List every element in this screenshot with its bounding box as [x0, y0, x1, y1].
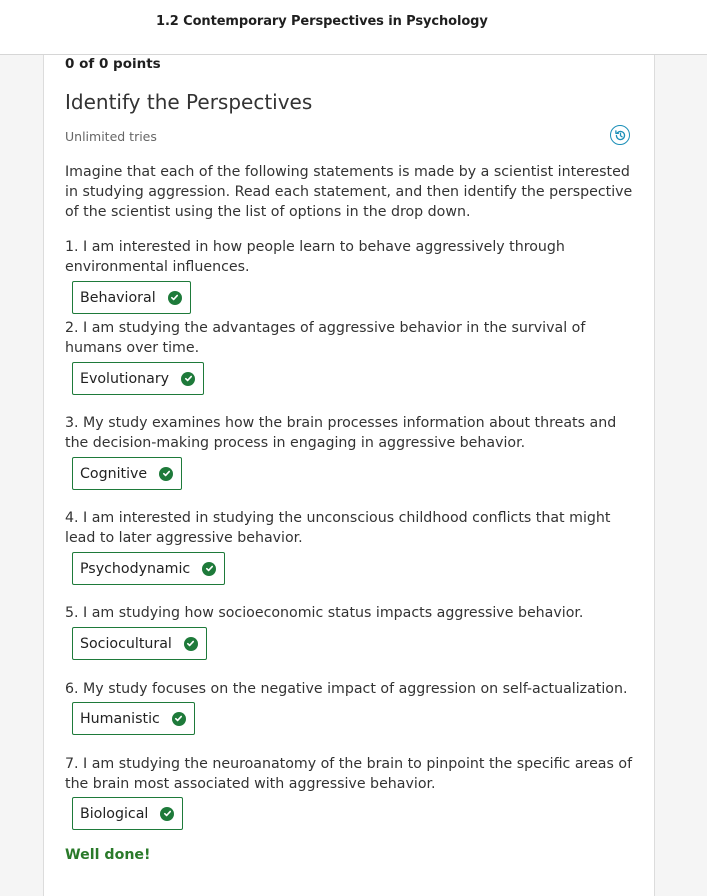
question-1-text: 1. I am interested in how people learn t… [65, 239, 565, 275]
answer-5-value: Sociocultural [80, 635, 172, 652]
answer-3-value: Cognitive [80, 465, 148, 482]
answer-6-value: Humanistic [80, 710, 160, 727]
feedback-message: Well done! [65, 847, 151, 863]
question-6-text: 6. My study focuses on the negative impa… [65, 681, 628, 697]
check-icon [159, 466, 174, 481]
check-icon [160, 806, 175, 821]
answer-dropdown-3[interactable]: Cognitive [72, 457, 183, 490]
points-label: 0 of 0 points [65, 56, 161, 72]
check-icon [171, 711, 186, 726]
check-icon [202, 561, 217, 576]
quiz-card: 0 of 0 points Identify the Perspectives … [43, 55, 655, 896]
answer-1-value: Behavioral [80, 289, 156, 306]
question-3-text: 3. My study examines how the brain proce… [65, 415, 617, 451]
instructions: Imagine that each of the following state… [65, 164, 633, 220]
answer-7-value: Biological [80, 805, 149, 822]
question-4-text: 4. I am interested in studying the uncon… [65, 510, 611, 546]
check-icon [181, 371, 196, 386]
answer-dropdown-6[interactable]: Humanistic [72, 702, 195, 735]
tries-label: Unlimited tries [65, 129, 157, 144]
answer-dropdown-4[interactable]: Psychodynamic [72, 552, 226, 585]
answer-dropdown-1[interactable]: Behavioral [72, 281, 191, 314]
check-icon [183, 636, 198, 651]
question-7-text: 7. I am studying the neuroanatomy of the… [65, 756, 633, 792]
answer-2-value: Evolutionary [80, 370, 170, 387]
question-5-text: 5. I am studying how socioeconomic statu… [65, 605, 584, 621]
top-bar: 1.2 Contemporary Perspectives in Psychol… [0, 0, 707, 55]
history-button[interactable] [610, 125, 630, 145]
answer-dropdown-5[interactable]: Sociocultural [72, 627, 207, 660]
question-title: Identify the Perspectives [65, 90, 313, 114]
history-icon [614, 129, 625, 140]
section-title: 1.2 Contemporary Perspectives in Psychol… [156, 14, 488, 29]
answer-dropdown-2[interactable]: Evolutionary [72, 362, 205, 395]
check-icon [167, 290, 182, 305]
answer-dropdown-7[interactable]: Biological [72, 797, 184, 830]
question-2-text: 2. I am studying the advantages of aggre… [65, 320, 586, 356]
answer-4-value: Psychodynamic [80, 560, 191, 577]
